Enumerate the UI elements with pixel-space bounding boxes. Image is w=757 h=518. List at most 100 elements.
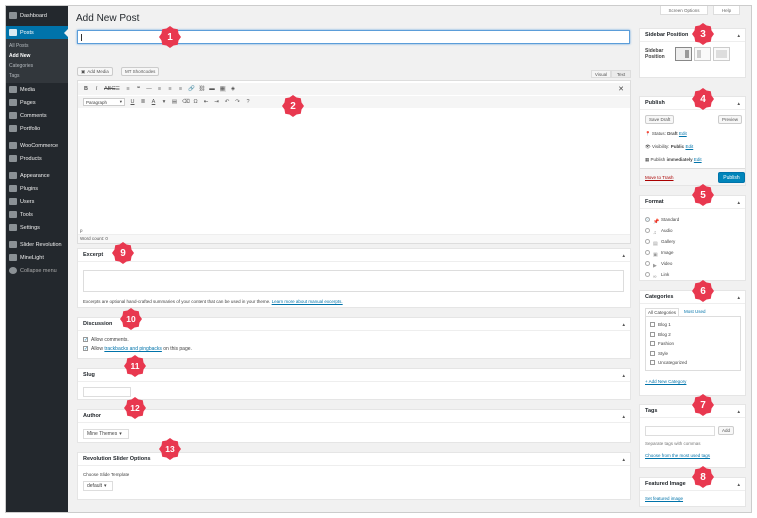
sidebar-item-appearance[interactable]: Appearance: [6, 169, 68, 182]
radio-video[interactable]: [645, 261, 650, 267]
category-checkbox[interactable]: [650, 350, 655, 356]
undo-icon[interactable]: ↶: [224, 99, 230, 105]
sidebar-item-products[interactable]: Products: [6, 152, 68, 165]
paste-text-icon[interactable]: ▤: [172, 99, 178, 105]
move-to-trash-link[interactable]: Move to Trash: [645, 175, 674, 180]
text-color-icon[interactable]: A: [151, 99, 157, 105]
add-media-button[interactable]: ▣ Add Media: [77, 67, 113, 76]
category-item[interactable]: Style: [650, 349, 736, 359]
sidebar-item-dashboard[interactable]: Dashboard: [6, 9, 68, 22]
sidebar-item-pages[interactable]: Pages: [6, 96, 68, 109]
tab-text[interactable]: Text: [611, 70, 631, 78]
submenu-add-new[interactable]: Add New: [6, 51, 68, 61]
author-header[interactable]: Author ▲: [78, 410, 630, 423]
category-item[interactable]: Fashion: [650, 339, 736, 349]
trackbacks-link[interactable]: trackbacks and pingbacks: [104, 346, 162, 352]
collapse-arrow-icon[interactable]: ▲: [737, 101, 741, 106]
content-editor[interactable]: B I ABC ☰ ≡ ❝ — ≡ ≡ ≡ 🔗 ⛓ ▬ ▦ ◈ ✕ Paragr…: [77, 80, 631, 244]
author-select[interactable]: Mine Themes ▾: [83, 429, 129, 439]
help-button[interactable]: Help: [713, 6, 740, 15]
publish-button[interactable]: Publish: [718, 172, 745, 183]
radio-standard[interactable]: [645, 217, 650, 223]
shortcodes-button[interactable]: MT Shortcodes: [121, 67, 160, 76]
collapse-arrow-icon[interactable]: ▲: [737, 409, 741, 414]
sidebar-item-portfolio[interactable]: Portfolio: [6, 122, 68, 135]
strikethrough-icon[interactable]: ABC: [104, 86, 115, 92]
bullet-list-icon[interactable]: ☰: [115, 86, 121, 92]
edit-status-link[interactable]: Edit: [679, 131, 687, 136]
category-checkbox[interactable]: [650, 331, 655, 337]
collapse-arrow-icon[interactable]: ▲: [622, 253, 626, 258]
sidebar-item-posts[interactable]: Posts: [6, 26, 68, 39]
collapse-arrow-icon[interactable]: ▲: [622, 373, 626, 378]
format-option-link[interactable]: ∞ Link: [645, 269, 679, 280]
numbered-list-icon[interactable]: ≡: [125, 86, 131, 92]
fullscreen-icon[interactable]: ✕: [618, 85, 624, 93]
category-item[interactable]: Blog 1: [650, 320, 736, 330]
horizontal-line-icon[interactable]: —: [146, 86, 152, 92]
format-option-audio[interactable]: ♫ Audio: [645, 225, 679, 236]
sidebar-item-plugins[interactable]: Plugins: [6, 182, 68, 195]
layout-right-sidebar-option[interactable]: [675, 47, 692, 61]
collapse-arrow-icon[interactable]: ▲: [622, 457, 626, 462]
chevron-down-icon[interactable]: ▾: [161, 99, 167, 105]
sidebar-item-media[interactable]: Media: [6, 83, 68, 96]
bold-icon[interactable]: B: [83, 86, 89, 92]
link-icon[interactable]: 🔗: [188, 86, 195, 92]
submenu-categories[interactable]: Categories: [6, 61, 68, 71]
preview-button[interactable]: Preview: [718, 115, 743, 124]
underline-icon[interactable]: U: [130, 99, 136, 105]
justify-icon[interactable]: ≣: [140, 99, 146, 105]
collapse-arrow-icon[interactable]: ▲: [622, 414, 626, 419]
clear-formatting-icon[interactable]: ⌫: [182, 99, 190, 105]
slug-input[interactable]: [83, 387, 131, 397]
allow-trackbacks-checkbox[interactable]: [83, 346, 88, 352]
category-item[interactable]: Blog 2: [650, 330, 736, 340]
help-icon[interactable]: ?: [245, 99, 251, 105]
paragraph-select[interactable]: Paragraph ▾: [83, 98, 125, 106]
redo-icon[interactable]: ↷: [235, 99, 241, 105]
shortcode-icon[interactable]: ◈: [230, 86, 236, 92]
italic-icon[interactable]: I: [94, 86, 100, 92]
allow-comments-checkbox[interactable]: [83, 337, 88, 343]
sidebar-item-settings[interactable]: Settings: [6, 221, 68, 234]
add-tag-button[interactable]: Add: [718, 426, 735, 435]
collapse-arrow-icon[interactable]: ▲: [622, 322, 626, 327]
tab-most-used[interactable]: Most Used: [684, 309, 706, 314]
sidebar-item-users[interactable]: Users: [6, 195, 68, 208]
format-option-standard[interactable]: 📌 Standard: [645, 214, 679, 225]
edit-date-link[interactable]: Edit: [694, 157, 702, 162]
layout-left-sidebar-option[interactable]: [694, 47, 711, 61]
format-option-image[interactable]: ▣ Image: [645, 247, 679, 258]
choose-tags-link[interactable]: Choose from the most used tags: [645, 453, 710, 458]
collapse-arrow-icon[interactable]: ▲: [737, 295, 741, 300]
edit-visibility-link[interactable]: Edit: [685, 144, 693, 149]
collapse-arrow-icon[interactable]: ▲: [737, 33, 741, 38]
tab-all-categories[interactable]: All Categories: [645, 308, 680, 316]
format-option-gallery[interactable]: ▤ Gallery: [645, 236, 679, 247]
radio-image[interactable]: [645, 250, 650, 256]
sidebar-item-comments[interactable]: Comments: [6, 109, 68, 122]
tags-input[interactable]: [645, 426, 715, 436]
submenu-all-posts[interactable]: All Posts: [6, 41, 68, 51]
align-center-icon[interactable]: ≡: [167, 86, 173, 92]
submenu-tags[interactable]: Tags: [6, 71, 68, 81]
category-checkbox[interactable]: [650, 322, 655, 328]
screen-options-button[interactable]: Screen Options: [660, 6, 708, 15]
layout-full-width-option[interactable]: [713, 47, 730, 61]
discussion-header[interactable]: Discussion ▲: [78, 318, 630, 331]
align-left-icon[interactable]: ≡: [157, 86, 163, 92]
slide-template-select[interactable]: default ▾: [83, 481, 113, 491]
sidebar-item-slider-revolution[interactable]: Slider Revolution: [6, 238, 68, 251]
category-checkbox[interactable]: [650, 360, 655, 366]
radio-gallery[interactable]: [645, 239, 650, 245]
radio-audio[interactable]: [645, 228, 650, 234]
save-draft-button[interactable]: Save Draft: [645, 115, 675, 124]
unlink-icon[interactable]: ⛓: [199, 86, 206, 92]
toolbar-toggle-icon[interactable]: ▦: [219, 86, 226, 92]
special-character-icon[interactable]: Ω: [193, 99, 199, 105]
indent-icon[interactable]: ⇥: [214, 99, 220, 105]
tab-visual[interactable]: Visual: [591, 70, 611, 78]
sidebar-collapse-menu[interactable]: Collapse menu: [6, 264, 68, 277]
sidebar-item-woocommerce[interactable]: WooCommerce: [6, 139, 68, 152]
